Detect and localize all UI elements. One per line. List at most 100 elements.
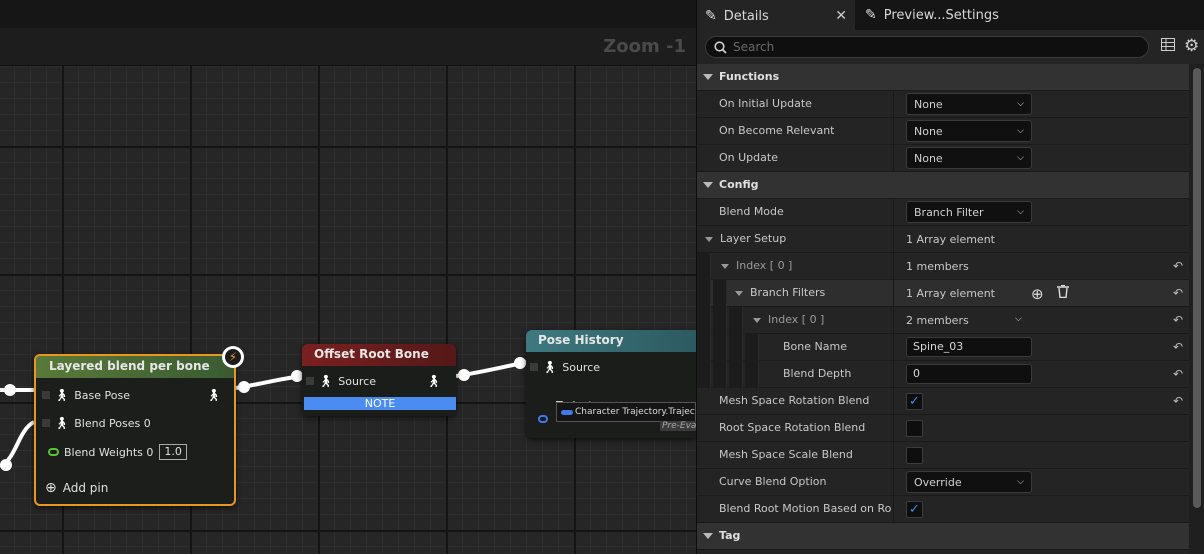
pin-label: Base Pose [74, 388, 130, 402]
search-input[interactable] [733, 40, 1133, 54]
pin-output-pose[interactable]: 🚶︎ [426, 374, 446, 388]
property-label: On Become Relevant [719, 124, 835, 137]
pin-source[interactable]: 🚶︎ Source [530, 360, 600, 374]
property-label: Blend Mode [719, 205, 784, 218]
table-view-icon[interactable] [1161, 38, 1175, 51]
array-count: 1 Array element [906, 286, 995, 300]
property-curve-blend-option: Curve Blend Option Override ⌵ [697, 469, 1189, 496]
gear-icon[interactable]: ⚙ [1184, 36, 1199, 56]
pin-base-pose[interactable]: 🚶︎ Base Pose [42, 388, 130, 402]
pin-socket[interactable] [42, 391, 50, 399]
collapse-arrow-icon[interactable] [705, 236, 713, 242]
tab-details[interactable]: ✎ Details ✕ [697, 0, 855, 30]
dropdown-value: Override [914, 475, 962, 489]
reset-to-default-icon[interactable]: ↶ [1173, 286, 1183, 300]
mesh-space-rotation-blend-checkbox[interactable]: ✓ [906, 392, 923, 410]
category-functions[interactable]: Functions [697, 64, 1189, 91]
wire-knot [4, 384, 16, 396]
on-initial-update-dropdown[interactable]: None ⌵ [906, 93, 1032, 115]
blend-weight-input[interactable]: 1.0 [159, 444, 187, 460]
property-list: Functions On Initial Update None ⌵ On Bec… [697, 64, 1189, 554]
dropdown-value: None [914, 124, 943, 138]
property-label: Index [ 0 ] [721, 253, 792, 279]
category-label: Tag [719, 529, 741, 542]
property-label: Mesh Space Scale Blend [719, 448, 853, 461]
pose-pin-icon: 🚶︎ [54, 388, 70, 402]
chevron-down-icon[interactable]: ⌵ [1015, 314, 1022, 324]
on-update-dropdown[interactable]: None ⌵ [906, 147, 1032, 169]
property-branch-filters: Branch Filters 1 Array element ⊕ ↶ [697, 280, 1189, 307]
reset-to-default-icon[interactable]: ↶ [1173, 394, 1183, 408]
dropdown-value: Branch Filter [914, 205, 984, 219]
reset-to-default-icon[interactable]: ↶ [1173, 340, 1183, 354]
property-bone-name: Bone Name Spine_03 ↶ [697, 334, 1189, 361]
dropdown-value: None [914, 151, 943, 165]
category-config[interactable]: Config [697, 172, 1189, 199]
pin-socket[interactable] [42, 419, 50, 427]
pin-label: Source [562, 360, 601, 374]
struct-pin-icon[interactable] [538, 415, 548, 423]
on-become-relevant-dropdown[interactable]: None ⌵ [906, 120, 1032, 142]
tab-preview-settings[interactable]: ✎ Preview...Settings [857, 0, 1017, 30]
pose-pin-icon: 🚶︎ [206, 388, 222, 402]
fast-path-icon: ⚡ [222, 346, 244, 368]
float-pin-icon[interactable] [48, 448, 59, 456]
blend-root-motion-checkbox[interactable]: ✓ [906, 500, 923, 518]
chevron-down-icon: ⌵ [1017, 477, 1024, 487]
wire-knot [238, 381, 250, 393]
reset-to-default-icon[interactable]: ↶ [1173, 367, 1183, 381]
node-offset-root-bone[interactable]: Offset Root Bone 🚶︎ Source 🚶︎ NOTE [302, 344, 456, 416]
pencil-icon: ✎ [705, 8, 717, 24]
pre-eval-badge: Pre-Eval [660, 421, 696, 431]
property-label: Mesh Space Rotation Blend [719, 394, 870, 407]
blend-depth-input[interactable]: 0 [906, 364, 1032, 384]
bone-name-input[interactable]: Spine_03 [906, 337, 1032, 357]
reset-to-default-icon[interactable]: ↶ [1173, 259, 1183, 273]
add-pin-button[interactable]: ⊕ Add pin [45, 480, 108, 496]
pin-socket[interactable] [530, 363, 538, 371]
category-tag[interactable]: Tag [697, 523, 1189, 550]
pin-blend-poses[interactable]: 🚶︎ Blend Poses 0 [42, 416, 151, 430]
array-count: 1 Array element [906, 232, 995, 246]
close-icon[interactable]: ✕ [835, 8, 847, 24]
scrollbar-thumb[interactable] [1193, 68, 1201, 508]
reset-to-default-icon[interactable]: ↶ [1173, 313, 1183, 327]
trash-icon[interactable] [1057, 285, 1069, 298]
checkmark-icon: ✓ [909, 501, 920, 517]
collapse-arrow-icon[interactable] [703, 74, 713, 80]
collapse-arrow-icon[interactable] [703, 533, 713, 539]
collapse-arrow-icon[interactable] [703, 182, 713, 188]
trajectory-binding-field[interactable]: Character Trajectory.Trajectory [556, 402, 696, 422]
mesh-space-scale-blend-checkbox[interactable] [906, 446, 923, 464]
add-pin-label: Add pin [62, 481, 109, 495]
pin-source[interactable]: 🚶︎ Source [306, 374, 376, 388]
branch-filters-label: Branch Filters [750, 286, 826, 299]
root-space-rotation-blend-checkbox[interactable] [906, 419, 923, 437]
scrollbar[interactable] [1189, 64, 1204, 554]
collapse-arrow-icon[interactable] [753, 317, 761, 323]
members-count: 2 members [906, 313, 969, 327]
node-pose-history[interactable]: Pose History 🚶︎ Source Trajectory Charac… [526, 330, 696, 438]
pin-blend-weights[interactable]: Blend Weights 0 1.0 [48, 444, 187, 460]
collapse-arrow-icon[interactable] [721, 263, 729, 269]
property-label: On Update [719, 151, 778, 164]
pin-output-pose[interactable]: 🚶︎ [206, 388, 226, 402]
property-label: Curve Blend Option [719, 475, 827, 488]
search-icon [714, 40, 727, 54]
chevron-down-icon: ⌵ [1017, 99, 1024, 109]
chevron-down-icon: ⌵ [1017, 126, 1024, 136]
add-element-icon[interactable]: ⊕ [1031, 285, 1044, 303]
node-layered-blend-per-bone[interactable]: Layered blend per bone 🚶︎ Base Pose 🚶︎ 🚶… [34, 354, 236, 506]
search-bar[interactable] [705, 36, 1149, 58]
property-on-update: On Update None ⌵ [697, 145, 1189, 172]
pin-label: Source [338, 374, 377, 388]
pose-pin-icon: 🚶︎ [318, 374, 334, 388]
blend-mode-dropdown[interactable]: Branch Filter ⌵ [906, 201, 1032, 223]
property-label: Bone Name [783, 340, 847, 353]
pin-socket[interactable] [306, 377, 314, 385]
node-title: Layered blend per bone [36, 356, 234, 378]
property-label: Layer Setup [705, 226, 786, 252]
curve-blend-option-dropdown[interactable]: Override ⌵ [906, 471, 1032, 493]
collapse-arrow-icon[interactable] [735, 290, 743, 296]
anim-graph-canvas[interactable]: Zoom -1 Layered blend per bone 🚶︎ Base P… [0, 0, 696, 554]
